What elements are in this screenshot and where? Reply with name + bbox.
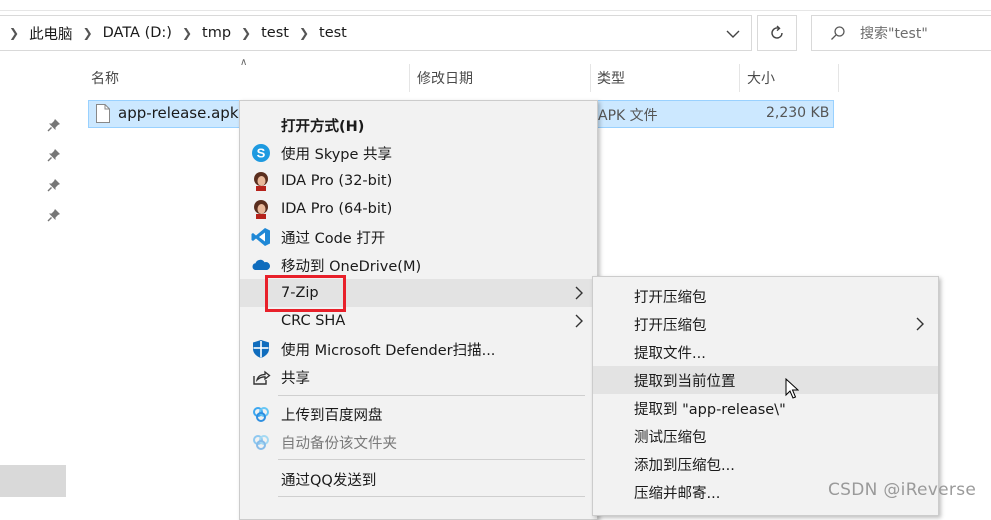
menu-separator: [278, 395, 585, 396]
svg-text:S: S: [257, 146, 266, 161]
pin-icon[interactable]: [47, 178, 61, 192]
navigation-pane: [0, 66, 70, 508]
file-type: APK 文件: [598, 108, 658, 124]
submenu-item-open-archive[interactable]: 打开压缩包: [593, 282, 938, 310]
refresh-button[interactable]: [757, 15, 797, 51]
menu-item-label: 通过 Code 打开: [281, 230, 386, 247]
sort-ascending-icon: ∧: [240, 57, 248, 68]
refresh-icon: [771, 25, 783, 39]
file-size: 2,230 KB: [766, 105, 830, 121]
menu-item-label: 使用 Microsoft Defender扫描...: [281, 342, 496, 359]
column-header-modified[interactable]: 修改日期: [417, 66, 473, 90]
menu-item-open-with-code[interactable]: 通过 Code 打开: [240, 223, 597, 251]
file-name[interactable]: app-release.apk: [118, 104, 239, 122]
share-icon: [253, 370, 271, 385]
column-divider[interactable]: [838, 64, 839, 92]
menu-item-label: CRC SHA: [281, 313, 346, 329]
menu-item-label: 共享: [281, 370, 310, 387]
menu-item-send-via-qq[interactable]: 通过QQ发送到: [240, 465, 597, 493]
menu-item-label: 提取文件...: [634, 345, 706, 362]
menu-item-label: 测试压缩包: [634, 429, 707, 446]
chevron-right-icon: [575, 286, 583, 300]
menu-item-label: 添加到压缩包...: [634, 457, 735, 474]
vscode-icon: [251, 228, 270, 246]
submenu-item-extract-to-folder[interactable]: 提取到 "app-release\": [593, 394, 938, 422]
menu-item-label: 压缩并邮寄...: [634, 485, 721, 502]
breadcrumb-this-pc[interactable]: 此电脑: [29, 23, 73, 44]
menu-item-label: 打开压缩包: [634, 317, 707, 334]
address-bar[interactable]: ❯ 此电脑 ❯ DATA (D:) ❯ tmp ❯ test ❯ test: [0, 15, 752, 51]
watermark: CSDN @iReverse: [828, 480, 977, 500]
menu-item-ida-64[interactable]: IDA Pro (64-bit): [240, 195, 597, 223]
file-icon: [96, 104, 110, 123]
defender-icon: [253, 340, 269, 358]
menu-item-ida-32[interactable]: IDA Pro (32-bit): [240, 167, 597, 195]
column-header-type[interactable]: 类型: [597, 66, 625, 90]
mouse-cursor-icon: [785, 378, 799, 399]
pin-icon[interactable]: [47, 118, 61, 132]
menu-item-label: 打开方式(H): [281, 118, 365, 135]
breadcrumb: ❯ 此电脑 ❯ DATA (D:) ❯ tmp ❯ test ❯ test: [9, 23, 347, 44]
menu-item-label: 自动备份该文件夹: [281, 435, 397, 452]
menu-item-label: 提取到当前位置: [634, 373, 736, 390]
chevron-right-icon[interactable]: ❯: [182, 26, 192, 40]
menu-item-label: 提取到 "app-release\": [634, 401, 786, 418]
nav-item-selected[interactable]: [0, 465, 66, 497]
pin-icon[interactable]: [47, 208, 61, 222]
search-icon: [831, 26, 845, 40]
highlight-annotation-box: [265, 275, 346, 312]
top-divider: [0, 10, 991, 11]
search-box[interactable]: 搜索"test": [811, 15, 991, 51]
column-header-size[interactable]: 大小: [747, 66, 775, 90]
menu-item-label: 使用 Skype 共享: [281, 146, 393, 163]
menu-item-auto-backup[interactable]: 自动备份该文件夹: [240, 428, 597, 456]
submenu-item-add-to-archive[interactable]: 添加到压缩包...: [593, 450, 938, 478]
menu-separator: [278, 496, 585, 497]
chevron-right-icon[interactable]: ❯: [9, 26, 19, 40]
menu-item-skype-share[interactable]: S 使用 Skype 共享: [240, 139, 597, 167]
chevron-right-icon[interactable]: ❯: [299, 26, 309, 40]
pin-icon[interactable]: [47, 148, 61, 162]
menu-item-label: 打开压缩包: [634, 289, 707, 306]
chevron-right-icon: [916, 317, 924, 331]
submenu-item-test-archive[interactable]: 测试压缩包: [593, 422, 938, 450]
chevron-down-icon[interactable]: [723, 26, 743, 42]
baidu-netdisk-icon: [253, 407, 269, 422]
menu-item-open-with[interactable]: 打开方式(H): [240, 111, 597, 139]
column-divider[interactable]: [739, 64, 740, 92]
breadcrumb-test-current[interactable]: test: [319, 25, 347, 41]
chevron-right-icon: [575, 314, 583, 328]
chevron-right-icon[interactable]: ❯: [83, 26, 93, 40]
menu-item-label: IDA Pro (64-bit): [281, 201, 393, 217]
onedrive-icon: [252, 259, 270, 270]
column-divider[interactable]: [409, 64, 410, 92]
submenu-item-extract-files[interactable]: 提取文件...: [593, 338, 938, 366]
menu-item-label: 移动到 OneDrive(M): [281, 258, 422, 275]
menu-item-upload-baidu[interactable]: 上传到百度网盘: [240, 400, 597, 428]
submenu-item-open-archive-more[interactable]: 打开压缩包: [593, 310, 938, 338]
menu-item-label: 通过QQ发送到: [281, 472, 377, 489]
breadcrumb-tmp[interactable]: tmp: [202, 25, 231, 41]
ida-pro-icon: [254, 172, 268, 191]
ida-pro-icon: [254, 200, 268, 219]
menu-item-defender-scan[interactable]: 使用 Microsoft Defender扫描...: [240, 335, 597, 363]
chevron-right-icon[interactable]: ❯: [241, 26, 251, 40]
address-toolbar: ❯ 此电脑 ❯ DATA (D:) ❯ tmp ❯ test ❯ test 搜索…: [0, 0, 991, 66]
menu-item-label: 上传到百度网盘: [281, 407, 383, 424]
column-header-name[interactable]: 名称: [91, 66, 119, 90]
search-placeholder: 搜索"test": [860, 26, 928, 42]
skype-icon: S: [252, 144, 270, 162]
column-divider[interactable]: [590, 64, 591, 92]
breadcrumb-data-drive[interactable]: DATA (D:): [103, 25, 172, 41]
baidu-netdisk-icon: [253, 435, 269, 450]
breadcrumb-test[interactable]: test: [261, 25, 289, 41]
menu-item-share[interactable]: 共享: [240, 363, 597, 391]
menu-separator: [278, 459, 585, 460]
submenu-item-extract-here[interactable]: 提取到当前位置: [593, 366, 938, 394]
menu-item-label: IDA Pro (32-bit): [281, 173, 393, 189]
